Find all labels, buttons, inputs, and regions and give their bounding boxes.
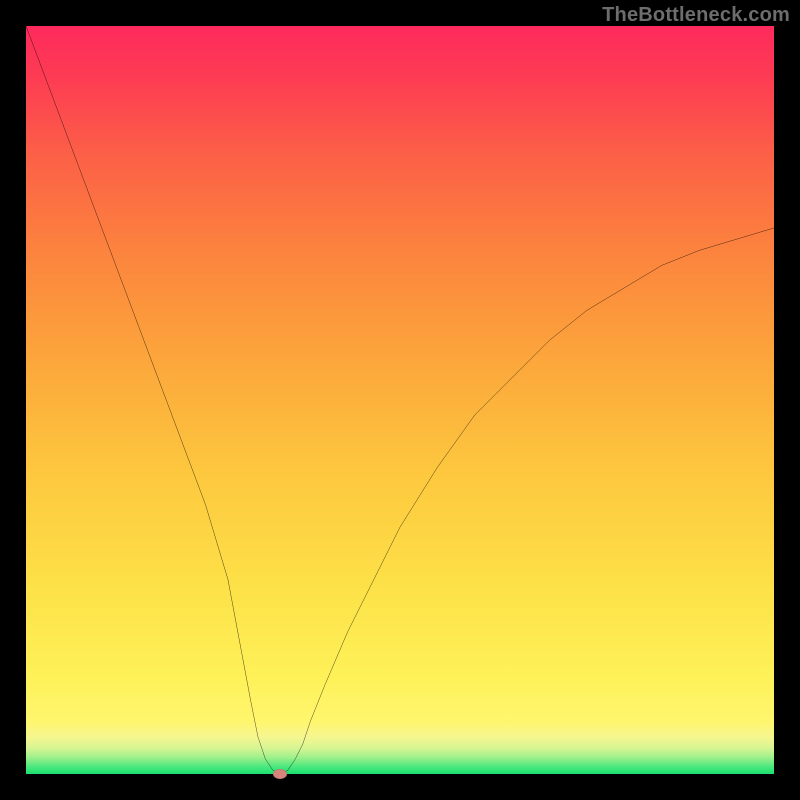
bottleneck-curve: [26, 26, 774, 774]
chart-frame: TheBottleneck.com: [0, 0, 800, 800]
optimal-point-marker: [273, 769, 287, 779]
plot-area: [26, 26, 774, 774]
watermark-text: TheBottleneck.com: [602, 4, 790, 27]
